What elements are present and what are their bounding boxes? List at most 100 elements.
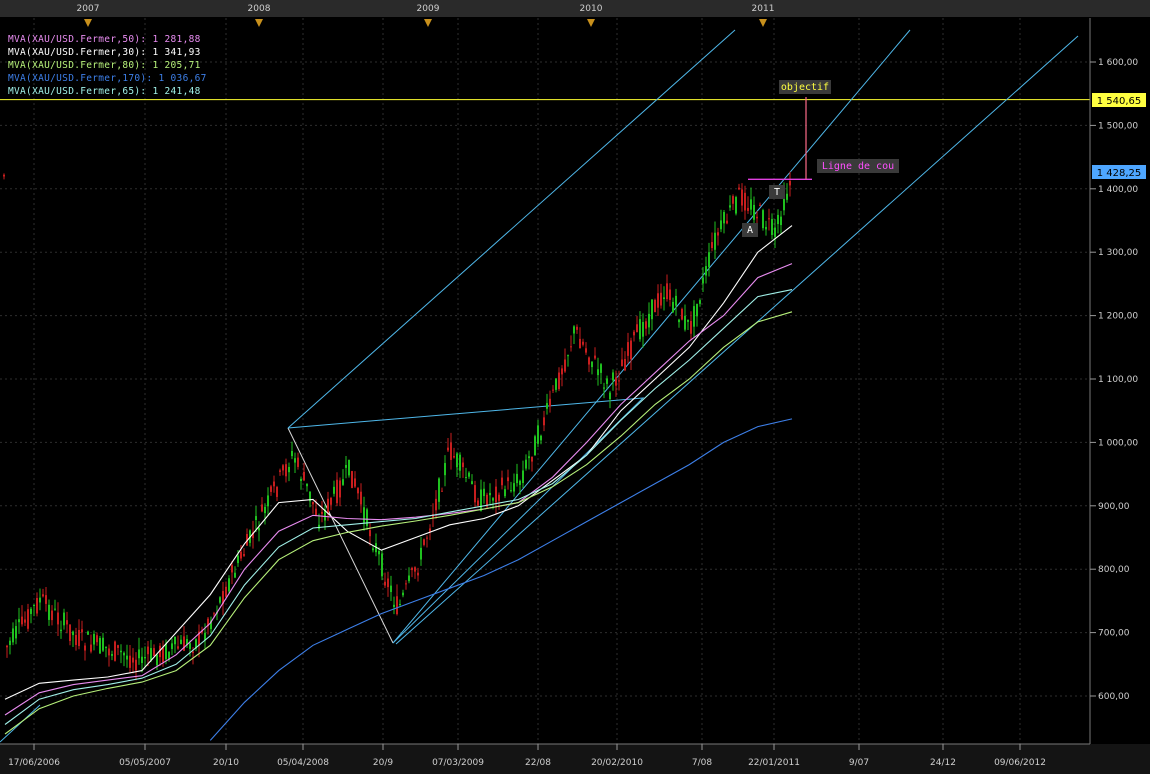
x-tick-label: 22/08	[525, 758, 551, 768]
candle-body	[681, 308, 683, 320]
candle-body	[762, 210, 764, 229]
candle-body	[99, 637, 101, 654]
candle-body	[279, 470, 281, 472]
candle-body	[693, 306, 695, 327]
candle-body	[732, 196, 734, 204]
candle-body	[117, 645, 119, 648]
candle-body	[630, 340, 632, 360]
candle-body	[699, 300, 701, 304]
candle-body	[468, 472, 470, 477]
candle-body	[492, 498, 494, 501]
candle-body	[135, 659, 137, 671]
legend-item-mva50: MVA(XAU/USD.Fermer,50): 1 281,88	[8, 34, 201, 45]
candle-body	[111, 654, 113, 656]
candle-body	[3, 174, 5, 177]
candle-body	[312, 501, 314, 505]
candle-body	[717, 232, 719, 236]
candle-body	[78, 630, 80, 647]
candle-body	[189, 643, 191, 649]
candle-body	[609, 392, 611, 400]
candle-body	[30, 608, 32, 614]
label-t: T	[774, 187, 780, 198]
candle-body	[735, 197, 737, 214]
candle-body	[726, 220, 728, 224]
candle-body	[87, 631, 89, 635]
y-tick-label: 1 600,00	[1098, 58, 1138, 68]
candle-body	[15, 626, 17, 639]
candle-body	[633, 331, 635, 336]
candle-body	[66, 620, 68, 625]
candle-body	[180, 639, 182, 645]
candle-body	[543, 417, 545, 426]
legend-item-mva30: MVA(XAU/USD.Fermer,30): 1 341,93	[8, 47, 201, 58]
candle-body	[171, 643, 173, 649]
candle-body	[33, 604, 35, 606]
candle-body	[354, 478, 356, 487]
candle-body	[351, 471, 353, 488]
candle-body	[531, 456, 533, 462]
candle-body	[69, 624, 71, 641]
legend-item-mva65: MVA(XAU/USD.Fermer,65): 1 241,48	[8, 86, 201, 97]
candle-body	[753, 204, 755, 220]
candle-body	[426, 537, 428, 539]
candle-body	[771, 219, 773, 235]
plot-area	[0, 18, 1090, 744]
candle-body	[132, 657, 134, 663]
candle-body	[765, 226, 767, 230]
candle-body	[21, 616, 23, 625]
candle-body	[138, 649, 140, 659]
candle-body	[348, 459, 350, 476]
y-tick-label: 1 500,00	[1098, 121, 1138, 131]
candle-body	[582, 341, 584, 345]
target-price-label: 1 540,65	[1097, 96, 1142, 107]
x-tick-label: 09/06/2012	[994, 758, 1046, 768]
y-tick-label: 1 000,00	[1098, 438, 1138, 448]
candle-body	[162, 647, 164, 663]
target-price-tag: 1 540,65	[1092, 93, 1146, 107]
candle-body	[642, 322, 644, 337]
candle-body	[756, 216, 758, 219]
candle-body	[585, 348, 587, 353]
candle-body	[84, 645, 86, 651]
x-tick-label: 20/10	[213, 758, 239, 768]
current-price-label: 1 428,25	[1097, 168, 1142, 179]
candle-body	[255, 516, 257, 521]
candle-body	[18, 619, 20, 623]
candle-body	[519, 480, 521, 485]
candle-body	[720, 220, 722, 230]
candle-body	[225, 586, 227, 597]
candle-body	[123, 652, 125, 656]
candle-body	[243, 554, 245, 556]
candle-body	[93, 633, 95, 645]
x-tick-label: 9/07	[849, 758, 869, 768]
x-tick-label: 17/06/2006	[8, 758, 60, 768]
candle-body	[327, 498, 329, 514]
candle-body	[102, 637, 104, 651]
candle-body	[711, 242, 713, 249]
candle-body	[234, 572, 236, 578]
candle-body	[480, 489, 482, 511]
candle-body	[549, 398, 551, 407]
candle-body	[75, 634, 77, 645]
candle-body	[258, 528, 260, 531]
candle-body	[114, 641, 116, 661]
candle-body	[663, 297, 665, 300]
candle-body	[294, 458, 296, 463]
candle-body	[228, 578, 230, 592]
candle-body	[231, 565, 233, 573]
candle-body	[396, 596, 398, 615]
candle-body	[702, 277, 704, 284]
candle-body	[657, 293, 659, 308]
candle-body	[213, 613, 215, 615]
candle-body	[570, 346, 572, 348]
candle-body	[705, 266, 707, 276]
candle-body	[618, 380, 620, 382]
candle-body	[345, 464, 347, 468]
candle-body	[723, 212, 725, 224]
candle-body	[342, 479, 344, 485]
candle-body	[621, 359, 623, 367]
candle-body	[36, 598, 38, 614]
candle-body	[744, 192, 746, 211]
candle-body	[501, 477, 503, 486]
top-year-label: 2007	[77, 4, 100, 14]
